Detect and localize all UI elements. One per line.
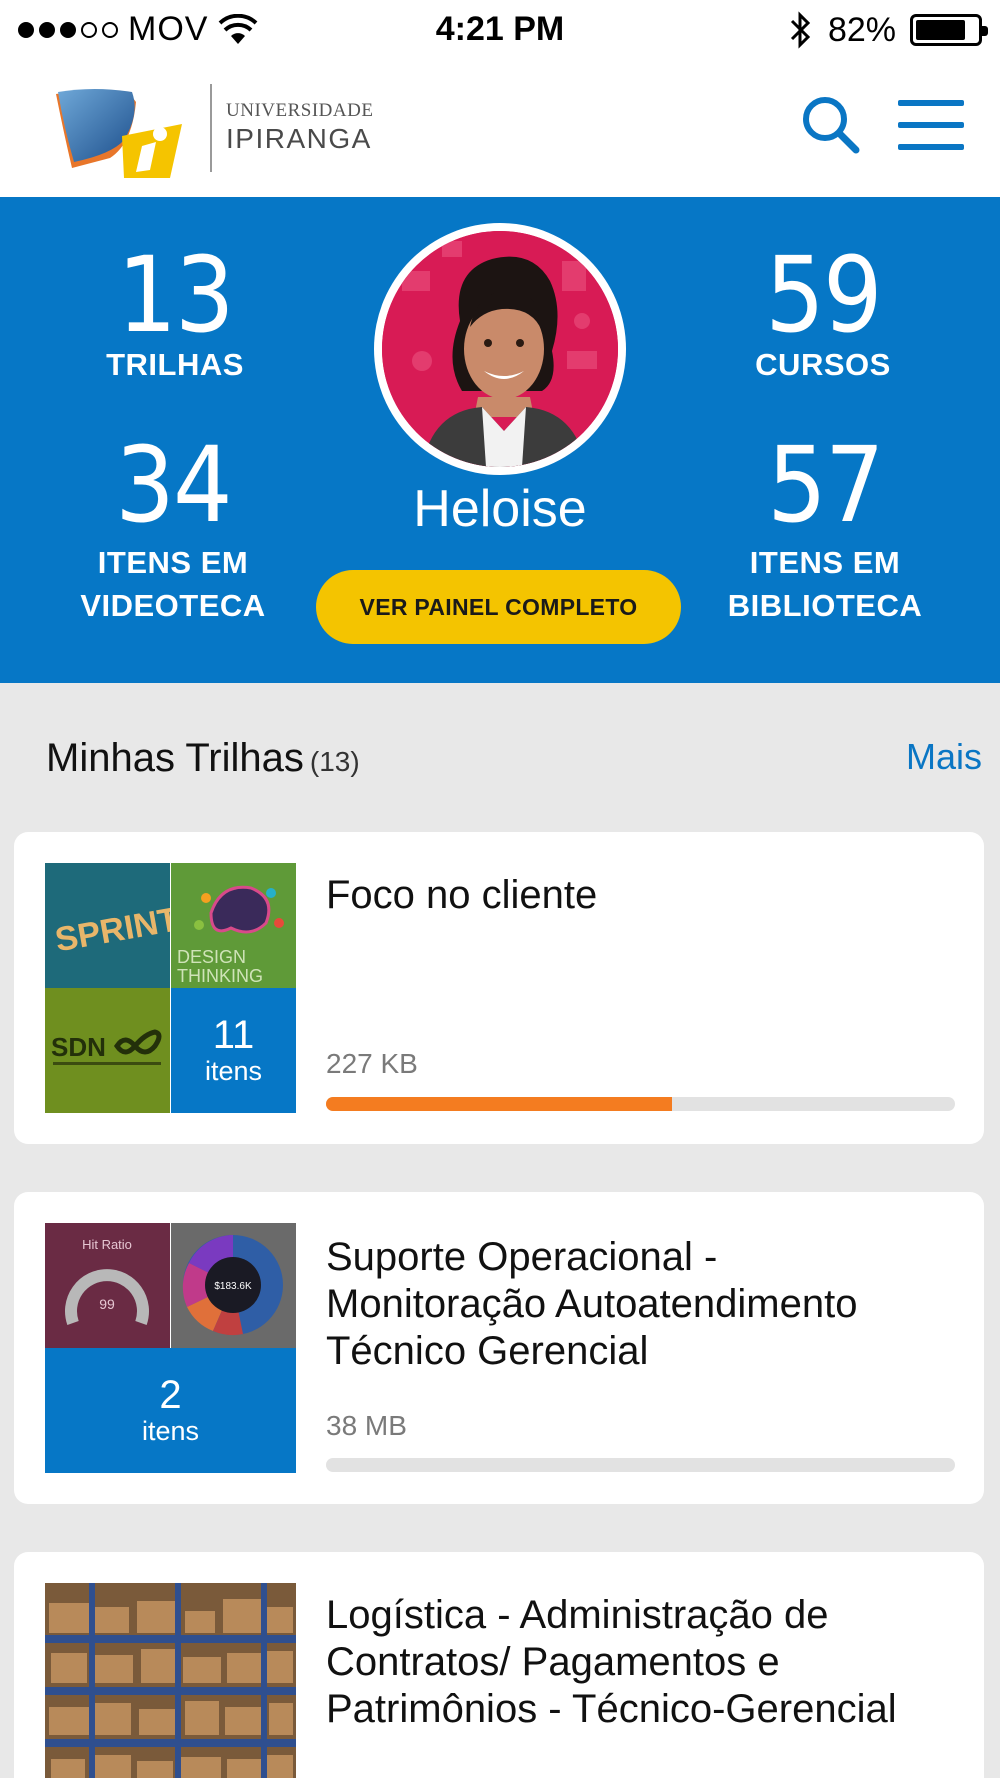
status-bar: MOV 4:21 PM 82% bbox=[0, 0, 1000, 62]
items-word: itens bbox=[141, 1416, 200, 1446]
stat-biblioteca-label-2: BIBLIOTECA bbox=[727, 588, 923, 623]
thumb-sprint-label: SPRINT bbox=[52, 900, 170, 959]
thumb-design-label: DESIGN bbox=[177, 947, 246, 967]
trail-thumbnail-3 bbox=[45, 1583, 296, 1778]
items-number: 2 bbox=[159, 1373, 182, 1417]
logo-divider bbox=[210, 84, 212, 172]
thumb-thinking-label: THINKING bbox=[177, 966, 263, 986]
trail-thumbnail-1: SPRINT DESIGN THINKING SDN 11 itens bbox=[45, 863, 296, 1113]
app-header: UNIVERSIDADE IPIRANGA bbox=[0, 62, 1000, 197]
items-word: itens bbox=[204, 1056, 263, 1086]
logo-line-1: UNIVERSIDADE bbox=[226, 100, 374, 121]
stat-videoteca-label-1: ITENS EM bbox=[97, 545, 249, 580]
trail-title-3-line-2: Contratos/ Pagamentos e bbox=[326, 1640, 780, 1684]
thumb-sdn: SDN bbox=[45, 988, 170, 1113]
search-icon[interactable] bbox=[798, 92, 862, 156]
user-name: Heloise bbox=[413, 480, 587, 538]
trail-title-2-line-1: Suporte Operacional - bbox=[326, 1235, 718, 1279]
section-title-text: Minhas Trilhas bbox=[46, 736, 304, 780]
stat-videoteca[interactable]: 34 ITENS EM VIDEOTECA bbox=[48, 433, 298, 627]
trail-title-2: Suporte Operacional - Monitoração Autoat… bbox=[326, 1234, 966, 1375]
avatar[interactable] bbox=[374, 223, 626, 475]
stat-biblioteca-label-1: ITENS EM bbox=[749, 545, 901, 580]
view-full-dashboard-button[interactable]: VER PAINEL COMPLETO bbox=[316, 570, 681, 644]
avatar-photo bbox=[382, 231, 618, 467]
stat-trilhas[interactable]: 13 TRILHAS bbox=[50, 243, 300, 386]
hamburger-menu-icon[interactable] bbox=[898, 98, 964, 152]
trail-size-2: 38 MB bbox=[326, 1410, 407, 1441]
stat-cursos[interactable]: 59 CURSOS bbox=[698, 243, 948, 386]
trail-title-3-line-3: Patrimônios - Técnico-Gerencial bbox=[326, 1687, 897, 1731]
section-title: Minhas Trilhas (13) bbox=[46, 736, 360, 781]
thumb-gauge-title: Hit Ratio bbox=[82, 1237, 132, 1252]
trail-items-count-2: 2 itens bbox=[45, 1348, 296, 1473]
trail-title-3-line-1: Logística - Administração de bbox=[326, 1593, 829, 1637]
stat-videoteca-value: 34 bbox=[115, 424, 232, 546]
thumb-sdn-label: SDN bbox=[51, 1032, 106, 1062]
trail-card-2[interactable]: Hit Ratio 99 $183.6K 2 itens Suporte Ope… bbox=[14, 1192, 984, 1504]
battery-icon bbox=[910, 14, 988, 46]
thumb-gauge-value: 99 bbox=[99, 1296, 115, 1312]
trail-title-2-line-2: Monitoração Autoatendimento bbox=[326, 1282, 858, 1326]
items-number: 11 bbox=[212, 1013, 255, 1057]
warehouse-photo-icon bbox=[45, 1583, 296, 1778]
stat-biblioteca[interactable]: 57 ITENS EM BIBLIOTECA bbox=[700, 433, 950, 627]
thumb-design-thinking: DESIGN THINKING bbox=[171, 863, 296, 988]
trail-progress-1 bbox=[326, 1097, 955, 1111]
logo-line-2: IPIRANGA bbox=[226, 123, 372, 154]
trail-items-count-1: 11 itens bbox=[171, 988, 296, 1113]
trail-progress-2 bbox=[326, 1458, 955, 1472]
battery-percent: 82% bbox=[827, 10, 896, 49]
bluetooth-icon bbox=[790, 11, 811, 49]
thumb-donut-value: $183.6K bbox=[214, 1281, 252, 1292]
trail-thumbnail-2: Hit Ratio 99 $183.6K 2 itens bbox=[45, 1223, 296, 1473]
trail-title-1: Foco no cliente bbox=[326, 873, 598, 917]
thumb-hit-ratio: Hit Ratio 99 bbox=[45, 1223, 170, 1348]
trail-title-3: Logística - Administração de Contratos/ … bbox=[326, 1592, 966, 1733]
status-right: 82% bbox=[788, 10, 988, 50]
thumb-sprint: SPRINT bbox=[45, 863, 170, 988]
stat-videoteca-label-2: VIDEOTECA bbox=[80, 588, 266, 623]
trail-size-1: 227 KB bbox=[326, 1048, 418, 1079]
university-logo-icon[interactable] bbox=[52, 84, 200, 184]
trail-card-1[interactable]: SPRINT DESIGN THINKING SDN 11 itens Foco… bbox=[14, 832, 984, 1144]
app-screen: MOV 4:21 PM 82% UNIVERSIDADE IPIRANGA 13… bbox=[0, 0, 1000, 1778]
trail-progress-fill-1 bbox=[326, 1097, 672, 1111]
stat-biblioteca-value: 57 bbox=[767, 424, 884, 546]
stat-cursos-value: 59 bbox=[765, 234, 882, 356]
section-count: (13) bbox=[309, 746, 360, 777]
trail-card-3[interactable]: Logística - Administração de Contratos/ … bbox=[14, 1552, 984, 1778]
avatar-portrait-icon bbox=[382, 231, 618, 467]
trail-title-2-line-3: Técnico Gerencial bbox=[326, 1329, 649, 1373]
more-link[interactable]: Mais bbox=[906, 736, 982, 778]
thumb-donut-chart: $183.6K bbox=[171, 1223, 296, 1348]
stat-trilhas-value: 13 bbox=[117, 234, 234, 356]
profile-stats-panel: 13 TRILHAS 59 CURSOS 34 ITENS EM VIDEOTE… bbox=[0, 197, 1000, 683]
logo-wordmark: UNIVERSIDADE IPIRANGA bbox=[226, 100, 373, 155]
